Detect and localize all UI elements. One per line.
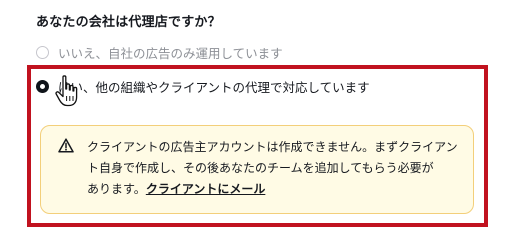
radio-no-agency[interactable] [36, 46, 49, 59]
highlight-frame [27, 65, 488, 227]
option-no-agency-label: いいえ、自社の広告のみ運用しています [58, 46, 283, 61]
hand-pointer-icon [55, 75, 78, 107]
option-no-agency[interactable]: いいえ、自社の広告のみ運用しています [36, 43, 283, 62]
agency-question-label: あなたの会社は代理店ですか？ [36, 15, 221, 30]
